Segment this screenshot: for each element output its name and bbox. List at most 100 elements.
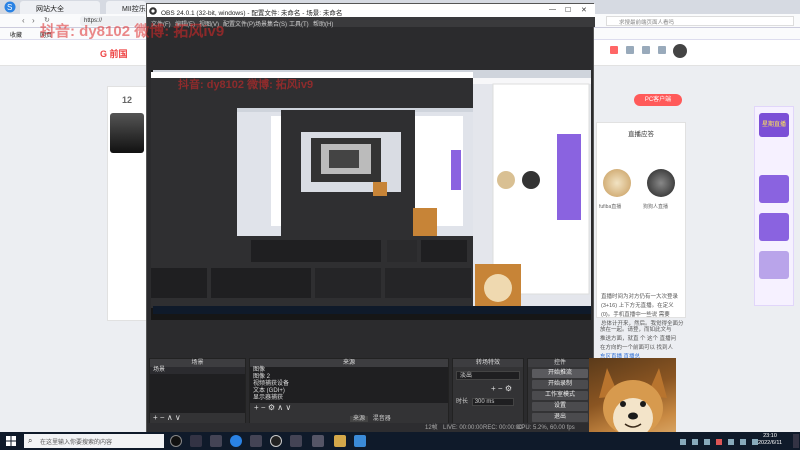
show-desktop-button[interactable] bbox=[793, 434, 799, 448]
start-streaming-button[interactable]: 开始推流 bbox=[532, 369, 588, 378]
gear-icon[interactable]: ⚙ bbox=[268, 403, 275, 412]
scenes-toolbar: + − ∧ ∨ bbox=[150, 413, 245, 422]
app-icon[interactable] bbox=[210, 435, 222, 447]
duration-label: 时长 bbox=[456, 399, 469, 405]
app-icon[interactable] bbox=[250, 435, 262, 447]
duration-input[interactable]: 300 ms bbox=[471, 398, 514, 406]
studio-mode-button[interactable]: 工作室模式 bbox=[532, 391, 588, 400]
remove-transition-icon[interactable]: − bbox=[498, 384, 503, 393]
task-view-icon[interactable] bbox=[190, 435, 202, 447]
svg-text:S: S bbox=[7, 3, 12, 12]
right-card-title: 直播应答 bbox=[628, 131, 654, 138]
transitions-dock-title: 转场特效 bbox=[453, 359, 523, 367]
obs-logo-icon bbox=[149, 7, 157, 15]
move-up-icon[interactable]: ∧ bbox=[277, 403, 283, 412]
transition-select[interactable]: 淡出 bbox=[456, 371, 520, 380]
right-info-card: 直播应答 fufiba直播 狗狗人直播 直播时间为对方仍有一大次登录 (3+16)… bbox=[596, 122, 686, 327]
obs-taskbar-icon[interactable] bbox=[270, 435, 282, 447]
menu-item[interactable]: 帮助(H) bbox=[313, 19, 333, 28]
source-item[interactable]: 文本 (GDI+) bbox=[250, 388, 448, 395]
watermark: 抖音: dy8102 微博: 拓风iv9 bbox=[178, 79, 314, 91]
controls-dock: 控件 开始推流 开始录制 工作室模式 设置 退出 bbox=[527, 358, 593, 424]
app-icon[interactable] bbox=[290, 435, 302, 447]
start-recording-button[interactable]: 开始录制 bbox=[532, 380, 588, 389]
browser-tab[interactable]: MII控乐网 bbox=[106, 1, 146, 14]
browser-taskbar-icon[interactable] bbox=[230, 435, 242, 447]
menu-item[interactable]: 配置文件(P) bbox=[223, 19, 255, 28]
source-item[interactable]: 图像 bbox=[250, 367, 448, 374]
obs-preview-canvas[interactable] bbox=[151, 70, 591, 320]
sources-tab-bar: 来源 混音器 bbox=[250, 413, 448, 422]
move-down-icon[interactable]: ∨ bbox=[175, 413, 181, 422]
browser-tab[interactable]: 网站大全 bbox=[20, 1, 100, 14]
clock-time: 23:10 bbox=[763, 433, 777, 439]
app-icon[interactable] bbox=[354, 435, 366, 447]
badge-icon[interactable] bbox=[759, 175, 789, 203]
remove-scene-icon[interactable]: − bbox=[160, 413, 165, 422]
source-item[interactable]: 显示器捕获 bbox=[250, 395, 448, 402]
transitions-dock: 转场特效 淡出 + − ⚙ 时长 300 ms bbox=[452, 358, 524, 424]
watermark: 抖音: dy8102 微博: 拓风iv9 bbox=[40, 23, 225, 40]
duration-row: 时长 300 ms bbox=[453, 393, 523, 406]
left-user-card: 12 bbox=[107, 86, 147, 321]
search-icon: ⌕ bbox=[28, 436, 33, 445]
badge-sidebar: 星期直播 bbox=[754, 106, 794, 306]
scenes-dock: 场景 场景 + − ∧ ∨ bbox=[149, 358, 246, 424]
menu-item[interactable]: 工具(T) bbox=[289, 19, 309, 28]
user-name[interactable]: fufiba直播 bbox=[599, 203, 621, 210]
sources-dock: 来源 图像 图像 2 视频捕获设备 文本 (GDI+) 显示器捕获 + − ⚙ … bbox=[249, 358, 449, 424]
user-name[interactable]: 狗狗人直播 bbox=[643, 203, 668, 210]
article-text: 直播时间为对方仍有一大次登录 (3+16) 上下方无直播。在定义 (0)。手机直播中… bbox=[601, 294, 684, 327]
taskbar-search-input[interactable]: 在这里输入你要搜索的内容 bbox=[24, 434, 164, 448]
badge-icon[interactable] bbox=[759, 251, 789, 279]
left-card-number: 12 bbox=[121, 95, 132, 105]
browser-logo-icon: S bbox=[2, 1, 18, 13]
scene-item[interactable]: 场景 bbox=[150, 367, 245, 374]
file-explorer-icon[interactable] bbox=[334, 435, 346, 447]
badge-icon[interactable] bbox=[759, 213, 789, 241]
clock-date: 2022/6/11 bbox=[757, 440, 783, 446]
sources-toolbar: + − ⚙ ∧ ∨ bbox=[250, 403, 448, 413]
user-avatar[interactable] bbox=[647, 169, 675, 197]
forward-icon[interactable]: › bbox=[32, 16, 35, 25]
add-scene-icon[interactable]: + bbox=[153, 413, 158, 422]
obs-title-bar: OBS 24.0.1 (32-bit, windows) - 配置文件: 未命名… bbox=[147, 4, 595, 17]
scenes-dock-title: 场景 bbox=[150, 359, 245, 367]
add-source-icon[interactable]: + bbox=[254, 403, 259, 412]
transition-toolbar: + − ⚙ bbox=[453, 384, 523, 393]
gear-icon[interactable]: ⚙ bbox=[505, 384, 512, 393]
source-item[interactable]: 图像 2 bbox=[250, 374, 448, 381]
move-down-icon[interactable]: ∨ bbox=[285, 403, 291, 412]
cortana-icon[interactable] bbox=[170, 435, 182, 447]
obs-window: OBS 24.0.1 (32-bit, windows) - 配置文件: 未命名… bbox=[146, 3, 595, 434]
remove-source-icon[interactable]: − bbox=[261, 403, 266, 412]
article-text-continued: 放在一起。请登，而如此文与 推送方面，就直 个 这个 直播问 在方向的一个前面可以 … bbox=[600, 326, 684, 362]
minimize-icon[interactable]: — bbox=[549, 6, 556, 13]
controls-dock-title: 控件 bbox=[528, 359, 592, 367]
browser-search-input[interactable]: 求搜最前端页面人看吗 bbox=[606, 16, 794, 26]
app-icon[interactable] bbox=[312, 435, 324, 447]
tab-mixer[interactable]: 混音器 bbox=[370, 416, 394, 422]
windows-start-icon[interactable] bbox=[6, 436, 16, 446]
window-controls: — ☐ ✕ bbox=[547, 6, 593, 16]
add-transition-icon[interactable]: + bbox=[491, 384, 496, 393]
site-logo[interactable]: G 前国 bbox=[100, 47, 128, 60]
pc-client-button[interactable]: PC客户端 bbox=[634, 94, 682, 106]
exit-button[interactable]: 退出 bbox=[532, 413, 588, 422]
user-avatar[interactable] bbox=[603, 169, 631, 197]
maximize-icon[interactable]: ☐ bbox=[565, 6, 571, 14]
taskbar-clock[interactable]: 23:10 2022/6/11 bbox=[750, 433, 790, 447]
move-up-icon[interactable]: ∧ bbox=[167, 413, 173, 422]
source-item[interactable]: 视频捕获设备 bbox=[250, 381, 448, 388]
preview-recursive-capture bbox=[151, 70, 591, 320]
tab-sources[interactable]: 来源 bbox=[350, 416, 369, 422]
bookmark-item[interactable]: 收藏 bbox=[10, 30, 22, 39]
menu-item[interactable]: 场景集合(S) bbox=[255, 19, 287, 28]
sources-dock-title: 来源 bbox=[250, 359, 448, 367]
badge-title[interactable]: 星期直播 bbox=[759, 113, 789, 137]
close-icon[interactable]: ✕ bbox=[581, 6, 587, 14]
site-header-buttons bbox=[608, 44, 688, 60]
settings-button[interactable]: 设置 bbox=[532, 402, 588, 411]
left-avatar bbox=[110, 113, 144, 153]
back-icon[interactable]: ‹ bbox=[22, 16, 25, 25]
